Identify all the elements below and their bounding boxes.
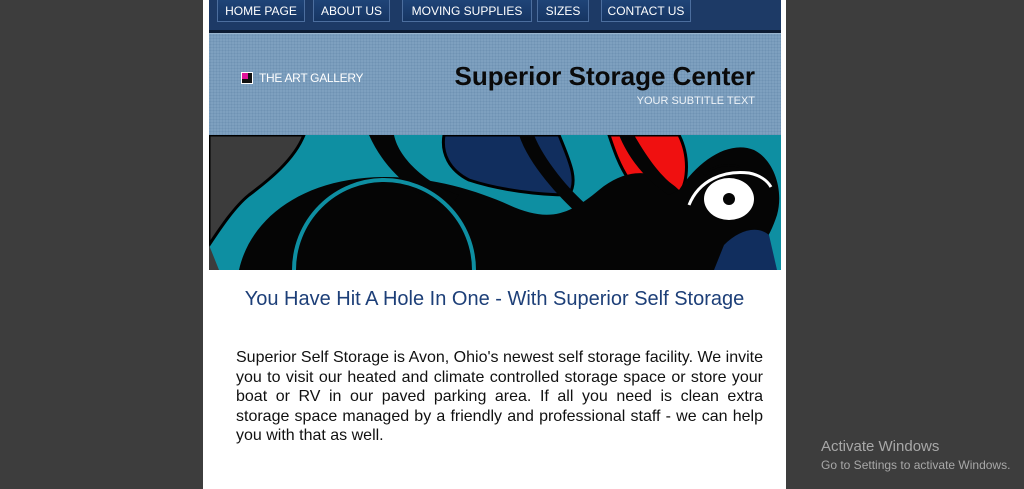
nav-sizes[interactable]: SIZES	[537, 0, 589, 22]
abstract-art-image	[209, 135, 781, 270]
top-navigation: HOME PAGE ABOUT US MOVING SUPPLIES SIZES…	[209, 0, 781, 33]
nav-contact-us[interactable]: CONTACT US	[601, 0, 691, 22]
nav-moving-supplies[interactable]: MOVING SUPPLIES	[402, 0, 532, 22]
activate-windows-hint: Go to Settings to activate Windows.	[821, 458, 1011, 472]
art-gallery-logo[interactable]: THE ART GALLERY	[241, 70, 364, 86]
site-subtitle: YOUR SUBTITLE TEXT	[636, 95, 755, 107]
site-header: THE ART GALLERY Superior Storage Center …	[209, 33, 781, 136]
nav-home-page[interactable]: HOME PAGE	[217, 0, 305, 22]
page-container: HOME PAGE ABOUT US MOVING SUPPLIES SIZES…	[203, 0, 786, 489]
intro-paragraph: Superior Self Storage is Avon, Ohio's ne…	[236, 349, 763, 444]
gallery-logo-text: THE ART GALLERY	[259, 71, 364, 85]
activate-windows-title: Activate Windows	[821, 438, 940, 455]
site-title: Superior Storage Center	[454, 61, 755, 91]
page-headline: You Have Hit A Hole In One - With Superi…	[244, 288, 745, 310]
windows-activation-watermark: Activate Windows Go to Settings to activ…	[821, 438, 1010, 472]
banner-artwork	[209, 135, 781, 270]
nav-about-us[interactable]: ABOUT US	[313, 0, 390, 22]
gallery-logo-icon	[241, 72, 253, 84]
